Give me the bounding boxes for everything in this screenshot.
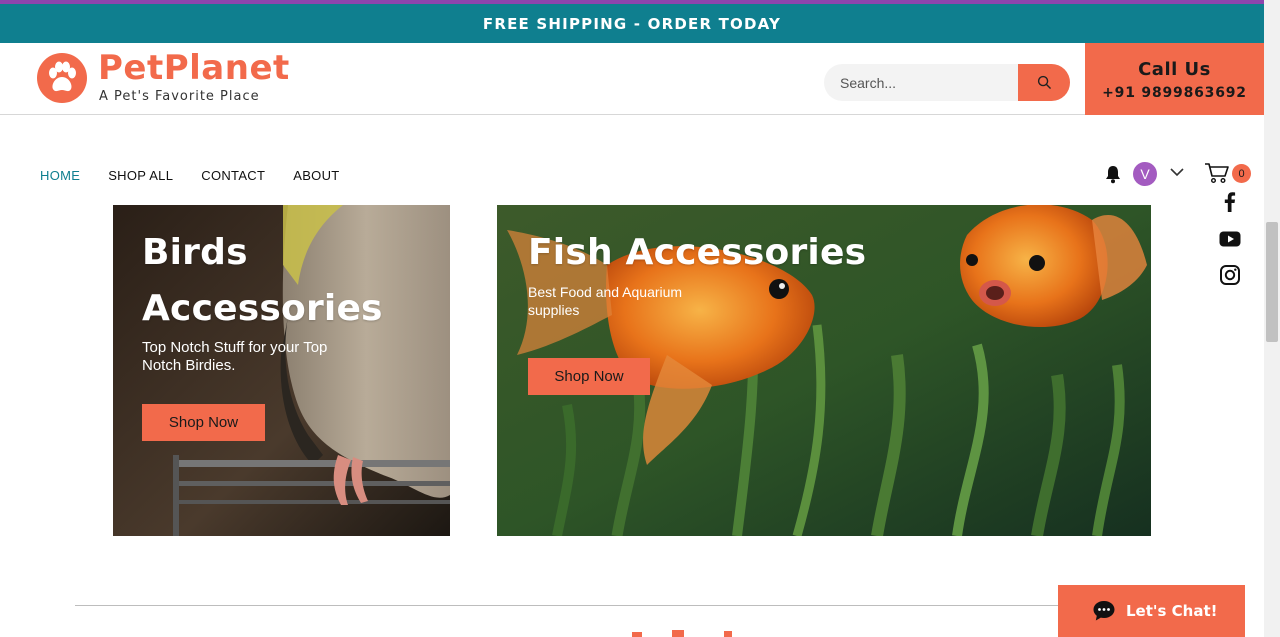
bell-icon[interactable] [1104, 164, 1122, 184]
call-us-box[interactable]: Call Us +91 9899863692 [1085, 43, 1264, 115]
fish-title: Fish Accessories [528, 232, 867, 273]
birds-subtitle-line2: Notch Birdies. [142, 357, 236, 374]
search-icon [1037, 75, 1051, 89]
chat-bubble-icon [1093, 601, 1115, 621]
birds-title-line1: Birds [142, 232, 248, 273]
fish-subtitle-line2: supplies [528, 302, 580, 318]
paw-logo-icon[interactable] [37, 53, 87, 103]
birds-subtitle-line1: Top Notch Stuff for your Top [142, 339, 328, 356]
header: PetPlanet A Pet's Favorite Place Call Us… [0, 43, 1264, 115]
brand-name[interactable]: PetPlanet [98, 48, 290, 88]
lets-chat-label: Let's Chat! [1126, 602, 1218, 620]
instagram-icon[interactable] [1218, 263, 1242, 287]
search-bar [824, 64, 1070, 101]
cart-count-badge: 0 [1232, 164, 1251, 183]
fish-banner[interactable]: Fish Accessories Best Food and Aquarium … [497, 205, 1151, 536]
avatar[interactable]: V [1133, 162, 1157, 186]
call-us-phone: +91 9899863692 [1102, 85, 1247, 101]
nav-item-about[interactable]: ABOUT [293, 168, 339, 183]
fish-subtitle-line1: Best Food and Aquarium [528, 284, 683, 300]
promo-bar: FREE SHIPPING - ORDER TODAY [0, 4, 1264, 43]
search-button[interactable] [1018, 64, 1070, 101]
scrollbar-thumb[interactable] [1266, 222, 1278, 342]
next-section-heading-fragment [632, 630, 732, 637]
page: FREE SHIPPING - ORDER TODAY PetPlanet A … [0, 0, 1280, 637]
cart-icon[interactable] [1204, 162, 1230, 184]
birds-shop-now-button[interactable]: Shop Now [142, 404, 265, 441]
fish-shop-now-button[interactable]: Shop Now [528, 358, 650, 395]
call-us-title: Call Us [1138, 59, 1211, 80]
chevron-down-icon[interactable] [1169, 167, 1185, 177]
nav-item-contact[interactable]: CONTACT [201, 168, 265, 183]
search-input[interactable] [824, 64, 1018, 101]
birds-title-line2: Accessories [142, 288, 383, 329]
nav-item-home[interactable]: HOME [40, 168, 80, 183]
brand-tagline: A Pet's Favorite Place [99, 89, 260, 104]
youtube-icon[interactable] [1218, 227, 1242, 251]
section-divider [75, 605, 1205, 606]
birds-banner[interactable]: Birds Accessories Top Notch Stuff for yo… [113, 205, 450, 536]
promo-text: FREE SHIPPING - ORDER TODAY [482, 14, 782, 33]
facebook-icon[interactable] [1218, 190, 1242, 214]
nav-item-shop-all[interactable]: SHOP ALL [108, 168, 173, 183]
main-nav: HOME SHOP ALL CONTACT ABOUT [40, 168, 368, 183]
lets-chat-button[interactable]: Let's Chat! [1058, 585, 1245, 637]
